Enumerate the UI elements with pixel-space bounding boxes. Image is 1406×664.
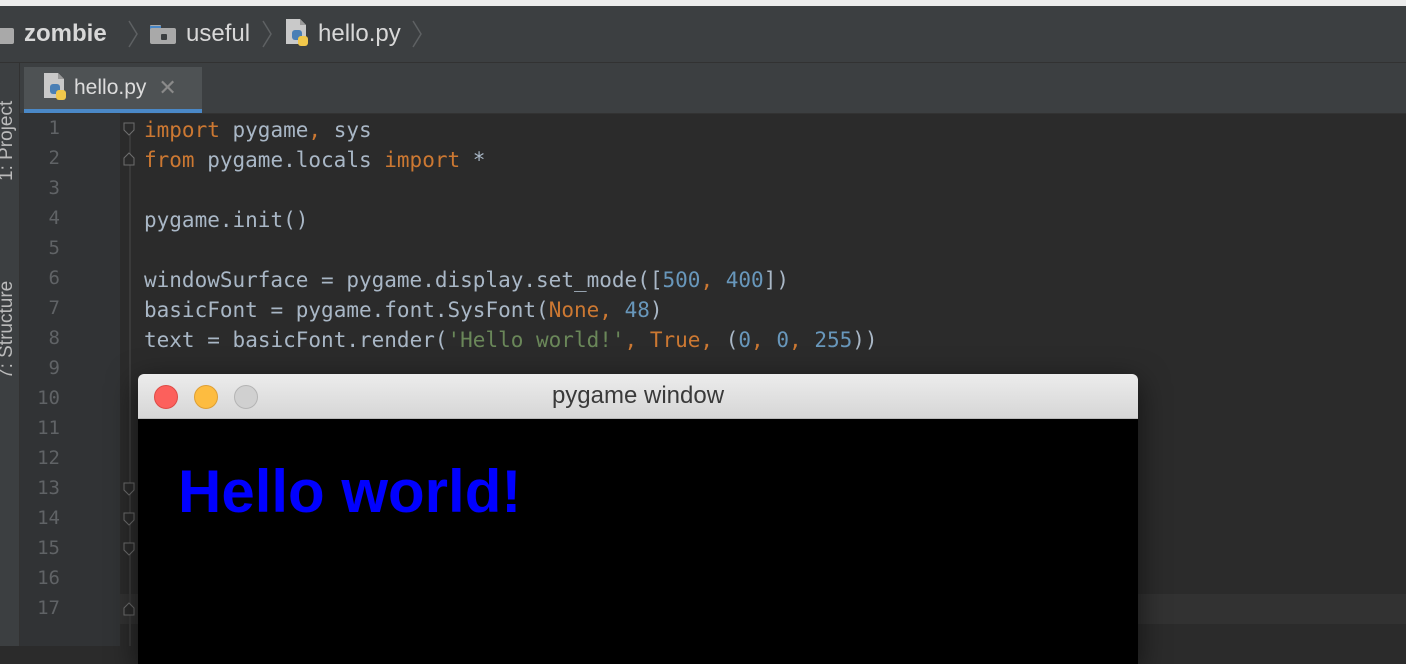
project-tool-label: 1: Project: [0, 100, 17, 181]
chevron-right-icon: [262, 20, 272, 48]
code-line-7[interactable]: basicFont = pygame.font.SysFont(None, 48…: [144, 295, 663, 325]
tab-label: hello.py: [74, 76, 147, 99]
line-number: 14: [37, 507, 60, 529]
line-number: 11: [37, 417, 60, 439]
pygame-window[interactable]: pygame window Hello world!: [138, 374, 1138, 664]
breadcrumb-label: useful: [186, 20, 251, 47]
line-number: 12: [37, 447, 60, 469]
breadcrumb-item-hello-py[interactable]: hello.py: [284, 6, 401, 62]
fold-marker-icon[interactable]: [123, 602, 135, 616]
tab-hello-py[interactable]: hello.py ✕: [24, 67, 202, 113]
breadcrumb-label: hello.py: [318, 20, 401, 47]
folder-icon: [0, 24, 16, 44]
close-icon[interactable]: ✕: [158, 77, 176, 99]
line-number: 15: [37, 537, 60, 559]
python-file-icon: [44, 73, 66, 100]
chevron-right-icon: [128, 20, 138, 48]
window-title: pygame window: [551, 382, 725, 409]
structure-tool-label: 7: Structure: [0, 280, 17, 379]
breadcrumb: zombie useful hello.py: [0, 6, 1406, 63]
code-line-2[interactable]: from pygame.locals import *: [144, 145, 485, 175]
line-number: 3: [48, 177, 60, 199]
line-number: 1: [48, 117, 60, 139]
editor-tab-bar: hello.py ✕: [20, 63, 1406, 114]
fold-marker-icon[interactable]: [123, 122, 135, 136]
folder-icon: [150, 24, 178, 44]
line-number: 17: [37, 597, 60, 619]
breadcrumb-label: zombie: [24, 20, 107, 47]
fold-marker-icon[interactable]: [123, 512, 135, 526]
python-file-icon: [286, 19, 308, 46]
line-number: 10: [37, 387, 60, 409]
fold-marker-icon[interactable]: [123, 482, 135, 496]
breadcrumb-item-useful[interactable]: useful: [150, 6, 250, 62]
line-number: 7: [48, 297, 60, 319]
breadcrumb-item-zombie[interactable]: zombie: [0, 6, 107, 62]
line-number: 8: [48, 327, 60, 349]
line-number: 9: [48, 357, 60, 379]
structure-tool-tab[interactable]: 7: Structure: [0, 281, 18, 379]
hello-world-text: Hello world!: [178, 458, 522, 525]
line-number: 6: [48, 267, 60, 289]
window-titlebar[interactable]: pygame window: [138, 374, 1138, 419]
chevron-right-icon: [412, 20, 422, 48]
line-number: 4: [48, 207, 60, 229]
line-number: 13: [37, 477, 60, 499]
pygame-canvas[interactable]: Hello world!: [138, 419, 1138, 664]
fold-guide: [129, 125, 131, 646]
line-number: 16: [37, 567, 60, 589]
fold-marker-icon[interactable]: [123, 542, 135, 556]
line-number: 5: [48, 237, 60, 259]
project-tool-tab[interactable]: 1: Project: [0, 101, 18, 181]
code-line-6[interactable]: windowSurface = pygame.display.set_mode(…: [144, 265, 789, 295]
code-line-4[interactable]: pygame.init(): [144, 205, 308, 235]
code-line-8[interactable]: text = basicFont.render('Hello world!', …: [144, 325, 878, 355]
tool-window-strip: 1: Project 7: Structure: [0, 63, 20, 646]
fold-marker-icon[interactable]: [123, 152, 135, 166]
line-number: 2: [48, 147, 60, 169]
code-line-1[interactable]: import pygame, sys: [144, 115, 372, 145]
